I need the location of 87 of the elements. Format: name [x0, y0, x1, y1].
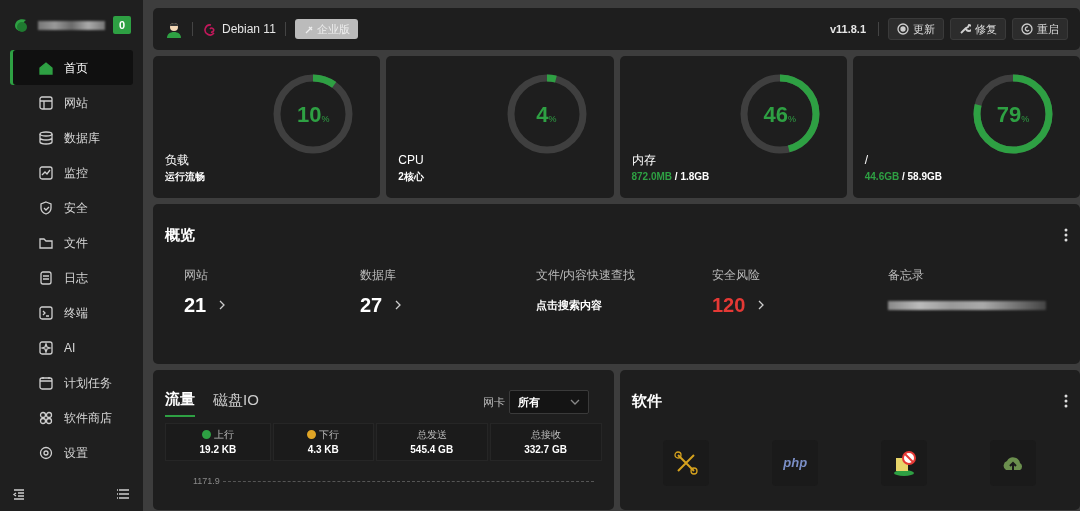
stat-value: 4.3 KB	[307, 442, 339, 457]
sidebar-item[interactable]: 软件商店	[10, 400, 133, 435]
firewall-icon[interactable]	[891, 450, 918, 476]
card-title: 软件	[631, 390, 662, 411]
overview-label: 备忘录	[888, 267, 925, 284]
version-text: v11.8.1	[829, 21, 866, 37]
gauge-unit: %	[321, 113, 330, 126]
tools-icon[interactable]	[673, 450, 700, 476]
overview-label: 网站	[184, 267, 209, 284]
menu-icon[interactable]	[117, 487, 131, 501]
overview-label: 安全风险	[712, 267, 761, 284]
gauge-value: 4	[536, 100, 549, 129]
redacted-bar	[38, 20, 105, 30]
stat-detail: 2核心	[398, 170, 424, 184]
grid-icon	[38, 409, 54, 426]
shield-icon	[38, 199, 54, 216]
chevron-icon[interactable]	[757, 299, 766, 311]
tab[interactable]: 磁盘IO	[213, 389, 259, 416]
chevron-icon[interactable]	[218, 299, 227, 311]
terminal-icon	[38, 304, 54, 321]
nic-label: 网卡	[482, 395, 505, 410]
database-icon	[38, 129, 54, 146]
more-icon[interactable]	[1064, 228, 1068, 242]
overview-label: 数据库	[360, 267, 397, 284]
sparkle-icon	[38, 339, 54, 356]
chevron-icon[interactable]	[394, 299, 403, 311]
header-button[interactable]: 重启	[1012, 17, 1068, 41]
sidebar-item[interactable]: 首页	[10, 50, 133, 85]
overview-count[interactable]: 120	[712, 290, 746, 320]
header-button[interactable]: 修复	[950, 17, 1006, 41]
tab[interactable]: 流量	[165, 388, 195, 417]
sidebar-item[interactable]: 数据库	[10, 120, 133, 155]
gear-icon	[38, 444, 54, 461]
stat-total: / 1.8GB	[673, 170, 710, 184]
gauge-unit: %	[788, 113, 796, 126]
sidebar-item[interactable]: AI	[10, 330, 133, 365]
stat-value: 332.7 GB	[524, 442, 567, 457]
overview-label: 文件/内容快速查找	[536, 267, 637, 284]
sidebar-item[interactable]: 日志	[10, 260, 133, 295]
sidebar-item[interactable]: 网站	[10, 85, 133, 120]
calendar-icon	[38, 374, 54, 391]
user-avatar-icon	[165, 20, 183, 38]
stat-label: 上行	[213, 427, 234, 442]
stat-detail: 运行流畅	[165, 170, 205, 184]
count-badge: 0	[112, 15, 131, 35]
axis-label: 1171.9	[193, 474, 220, 488]
gauge-value: 46	[763, 100, 788, 129]
overview-count[interactable]: 27	[360, 290, 383, 320]
gauge-unit: %	[548, 113, 557, 126]
stat-label: 总发送	[416, 427, 447, 442]
caret-icon	[569, 398, 580, 407]
stat-used: 872.0MB	[631, 170, 673, 184]
stat-total: / 58.9GB	[901, 170, 943, 184]
stat-label: 内存	[631, 152, 657, 169]
stat-label: 总接收	[530, 427, 561, 442]
sidebar-item[interactable]: 计划任务	[10, 365, 133, 400]
stat-value: 545.4 GB	[410, 442, 454, 457]
chart-icon	[38, 164, 54, 181]
sidebar-item[interactable]: 终端	[10, 295, 133, 330]
nic-select[interactable]: 所有	[508, 390, 589, 415]
log-icon	[38, 269, 54, 286]
refresh-icon	[897, 23, 909, 35]
stat-label: 负载	[165, 152, 190, 169]
swirl-icon	[202, 22, 216, 36]
stat-value: 19.2 KB	[199, 442, 237, 457]
sidebar-item[interactable]: 文件	[10, 225, 133, 260]
stat-label: /	[864, 152, 870, 169]
stat-label: CPU	[398, 152, 425, 169]
gauge-value: 79	[996, 100, 1022, 129]
collapse-icon[interactable]	[12, 487, 26, 501]
gauge-value: 10	[297, 100, 322, 129]
search-link[interactable]: 点击搜索内容	[536, 296, 602, 314]
stat-label: 下行	[319, 427, 340, 442]
gauge-unit: %	[1021, 113, 1030, 126]
stat-used: 44.6GB	[864, 170, 900, 184]
sidebar-item[interactable]: 设置	[10, 435, 133, 470]
wrench-icon	[959, 23, 971, 35]
sidebar-item[interactable]: 安全	[10, 190, 133, 225]
overview-count[interactable]: 21	[184, 290, 207, 320]
more-icon[interactable]	[1064, 394, 1068, 408]
sidebar-item[interactable]: 监控	[10, 155, 133, 190]
os-name: Debian 11	[222, 21, 276, 38]
logo-icon	[12, 16, 30, 34]
restart-icon	[1021, 23, 1033, 35]
window-icon	[38, 94, 54, 111]
card-title: 概览	[165, 224, 195, 245]
header-button[interactable]: 更新	[888, 17, 944, 41]
